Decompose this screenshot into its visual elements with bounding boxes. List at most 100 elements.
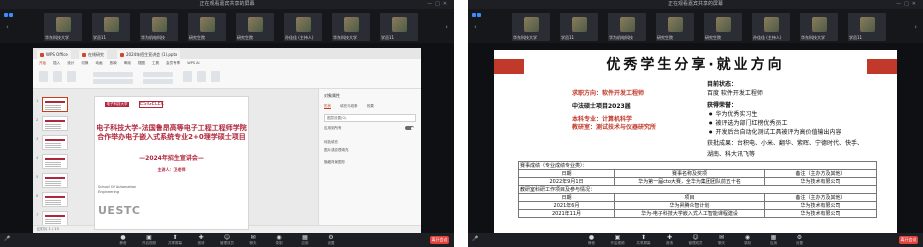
video-button[interactable]: ▣ 开启视频 [136, 235, 162, 246]
participant-tile[interactable]: 华为机电科技 [140, 13, 178, 41]
participant-tile[interactable]: 孙佳佳 (主持人) [284, 13, 322, 41]
font-format-icons[interactable] [93, 79, 133, 84]
paste-icon[interactable] [39, 71, 48, 82]
invite-button[interactable]: ✚ 邀请 [657, 235, 683, 246]
hide-background-option[interactable]: 隐藏背景图形 [324, 159, 416, 165]
table-cell: 2022年9月1日 [518, 177, 615, 186]
participant-tile[interactable]: 华为机电科技 [608, 13, 646, 41]
chat-button[interactable]: ✉ 聊天 [709, 235, 735, 246]
participant-video [248, 17, 263, 32]
find-icon[interactable] [211, 71, 220, 82]
thumb-lines [45, 105, 61, 110]
settings-button[interactable]: ⚙ 设置 [787, 235, 813, 246]
menu-item[interactable]: 放映 [110, 61, 117, 65]
new-slide-icon[interactable] [53, 71, 62, 82]
slide-thumbnail[interactable] [42, 154, 68, 169]
slide-thumbnail[interactable] [42, 211, 68, 226]
fill-option[interactable]: 纯色填充 [324, 139, 416, 145]
arrange-icon[interactable] [197, 71, 206, 82]
participant-name: 研究生院 [237, 35, 253, 40]
leave-meeting-button[interactable]: 离开会议 [899, 236, 918, 244]
participant-tile[interactable]: 研究生院 [704, 13, 742, 41]
thumb-title [45, 177, 65, 179]
apps-button[interactable]: ▦ 应用 [761, 235, 787, 246]
participant-tile[interactable]: 研究生院 [188, 13, 226, 41]
font-select[interactable] [93, 72, 133, 77]
toolbar-label: 静音 [588, 241, 595, 245]
participant-video [296, 17, 311, 32]
participant-tile[interactable]: 华东科技大学 [44, 13, 82, 41]
participant-tile[interactable]: 学员11 [380, 13, 418, 41]
participant-name: 华为机电科技 [609, 35, 633, 40]
mute-button[interactable]: ● 静音 [579, 235, 605, 246]
layer-settings-select[interactable]: 图层设置(G) [324, 114, 416, 122]
members-button[interactable]: ☺ 管理成员 [214, 235, 240, 246]
menu-item[interactable]: 设计 [67, 61, 74, 65]
slide-canvas[interactable]: 电子科技大学 ESIGELEC 电子科技大学–法国鲁昂高等电子工程工程师学院 合… [94, 96, 249, 230]
strip-right-arrow-icon[interactable]: › [445, 23, 448, 31]
record-button[interactable]: ◉ 录制 [266, 235, 292, 246]
settings-button[interactable]: ⚙ 设置 [318, 235, 344, 246]
slide-thumbnail[interactable] [42, 173, 68, 188]
participant-tile[interactable]: 学员11 [560, 13, 598, 41]
members-button[interactable]: ☺ 管理成员 [683, 235, 709, 246]
tab-wps[interactable]: WPS Office [37, 50, 71, 59]
menu-item[interactable]: 会员专享 [166, 61, 180, 65]
slide-thumbnail[interactable] [42, 135, 68, 150]
panel-tab[interactable]: 形状 [324, 104, 331, 109]
thumb-number: 7 [36, 213, 39, 217]
menu-item[interactable]: 动画 [96, 61, 103, 65]
participant-video [572, 17, 587, 32]
video-button[interactable]: ▣ 开启视频 [605, 235, 631, 246]
leave-meeting-button[interactable]: 离开会议 [430, 236, 449, 244]
apps-button[interactable]: ▦ 应用 [292, 235, 318, 246]
table-section-row: 教研室科研工作项目及参与情况： [517, 185, 878, 194]
paragraph-icons[interactable] [143, 72, 173, 77]
menu-item[interactable]: 切换 [81, 61, 88, 65]
panel-tab[interactable]: 填充与线条 [340, 104, 358, 108]
strip-left-arrow-icon[interactable]: ‹ [6, 23, 9, 31]
ppt-ribbon [33, 67, 421, 89]
slide-thumbnail[interactable] [42, 97, 68, 112]
participant-tile[interactable]: 华东科技大学 [332, 13, 370, 41]
participant-tile[interactable]: 学员11 [848, 13, 886, 41]
record-button[interactable]: ◉ 录制 [735, 235, 761, 246]
menu-item[interactable]: 工具 [152, 61, 159, 65]
slide-thumbnail[interactable] [42, 192, 68, 207]
strip-left-arrow-icon[interactable]: ‹ [474, 23, 477, 31]
apply-all-toggle[interactable] [405, 126, 414, 130]
menu-item[interactable]: 审阅 [124, 61, 131, 65]
meeting-toolbar: 🎤 ● 静音 ▣ 开启视频 ⬆ 共享屏幕 ✚ 邀请 ☺ 管理成员 ✉ 聊天 ◉ 录制 ▦ 应用 … [468, 233, 923, 247]
menu-item[interactable]: 视图 [138, 61, 145, 65]
share-screen-button[interactable]: ⬆ 共享屏幕 [162, 235, 188, 246]
shape-icon[interactable] [183, 71, 192, 82]
participant-tile[interactable]: 学员11 [92, 13, 130, 41]
participant-tile[interactable]: 华东科技大学 [512, 13, 550, 41]
participant-tile[interactable]: 孙佳佳 (主持人) [752, 13, 790, 41]
panel-tab[interactable]: 效果 [367, 104, 374, 108]
chat-button[interactable]: ✉ 聊天 [240, 235, 266, 246]
tab-presentation[interactable]: 2024年招生宣讲会 (1).pptx [117, 50, 181, 59]
participant-name: 华东科技大学 [333, 35, 357, 40]
participant-tile[interactable]: 研究生院 [656, 13, 694, 41]
participant-name: 学员11 [93, 35, 107, 40]
fill-option[interactable]: 图片或纹理填充 [324, 147, 416, 153]
mute-button[interactable]: ● 静音 [110, 235, 136, 246]
window-title: 正在观看嘉宾共享的屏幕 [667, 1, 723, 7]
menu-item[interactable]: WPS AI [187, 61, 199, 65]
participant-tile[interactable]: 研究生院 [236, 13, 274, 41]
invite-button[interactable]: ✚ 邀请 [188, 235, 214, 246]
share-screen-button[interactable]: ⬆ 共享屏幕 [631, 235, 657, 246]
slide-thumbnail[interactable] [42, 116, 68, 131]
thumb-title [45, 120, 65, 122]
window-controls[interactable]: —□✕ [896, 1, 919, 8]
window-controls[interactable]: —□✕ [427, 1, 450, 8]
tab-online[interactable]: 在线研究 [79, 50, 107, 59]
menu-item[interactable]: 插入 [53, 61, 60, 65]
align-icons[interactable] [143, 79, 173, 84]
menu-item[interactable]: 开始 [39, 61, 46, 65]
toolbar-label: 管理成员 [688, 241, 703, 245]
strip-right-arrow-icon[interactable]: › [914, 23, 917, 31]
layout-icon[interactable] [67, 71, 76, 82]
participant-tile[interactable]: 华东科技大学 [800, 13, 838, 41]
